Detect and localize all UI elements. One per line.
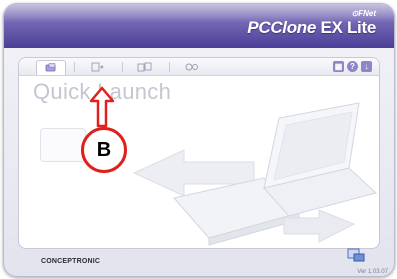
- launch-button[interactable]: [40, 128, 86, 162]
- pc-clone-illustration: [132, 102, 378, 246]
- quick-launch-icon: [45, 63, 56, 72]
- title-bar: ⊙FNet PCClone EX Lite: [4, 4, 394, 48]
- document-transfer-icon: [91, 62, 104, 71]
- annotation-label: B: [96, 138, 112, 161]
- version-label: Ver 1.03.07: [357, 269, 388, 275]
- settings-tools-icon: [185, 63, 198, 70]
- annotation-arrow-icon: [89, 86, 115, 128]
- download-icon[interactable]: ↓: [361, 61, 372, 72]
- main-panel: ▦ ? ↓ Quick Launch: [18, 57, 380, 249]
- toolbar-right-buttons: ▦ ? ↓: [333, 61, 372, 72]
- toolbar-separator: [74, 62, 75, 72]
- annotation-callout: B: [81, 127, 127, 173]
- tab-settings-tools[interactable]: [178, 60, 206, 73]
- help-icon[interactable]: ?: [347, 61, 358, 72]
- footer-logo: CONCEPTRONIC: [41, 258, 101, 265]
- tab-document-transfer[interactable]: [83, 60, 111, 73]
- toolbar-separator: [122, 62, 123, 72]
- toolbar-separator: [169, 62, 170, 72]
- toolbar: ▦ ? ↓: [19, 58, 379, 76]
- app-title: PCClone EX Lite: [247, 18, 376, 38]
- brand-prefix: ⊙FNet: [351, 9, 376, 18]
- tab-folder-sync[interactable]: [131, 60, 159, 73]
- monitor-icon[interactable]: [346, 247, 366, 263]
- grid-icon[interactable]: ▦: [333, 61, 344, 72]
- tab-quick-launch[interactable]: [36, 60, 66, 75]
- app-window: ⊙FNet PCClone EX Lite ▦ ? ↓ Quick Launch…: [3, 3, 395, 277]
- app-title-part-b: EX Lite: [320, 18, 376, 37]
- app-title-part-a: PCClone: [247, 18, 321, 37]
- folder-sync-icon: [137, 62, 152, 71]
